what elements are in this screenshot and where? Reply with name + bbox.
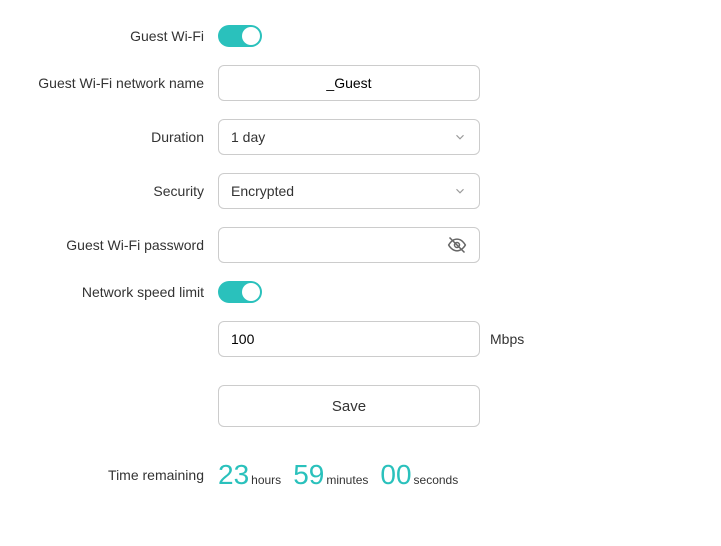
network-name-input[interactable] — [231, 66, 467, 100]
password-input[interactable] — [231, 228, 467, 262]
toggle-knob-icon — [242, 27, 260, 45]
hours-value: 23 — [218, 459, 249, 491]
password-label: Guest Wi-Fi password — [0, 237, 218, 253]
guest-wifi-label: Guest Wi-Fi — [0, 28, 218, 44]
time-remaining-label: Time remaining — [0, 467, 218, 483]
toggle-knob-icon — [242, 283, 260, 301]
speed-unit-label: Mbps — [490, 331, 524, 347]
chevron-down-icon — [453, 184, 467, 198]
chevron-down-icon — [453, 130, 467, 144]
security-label: Security — [0, 183, 218, 199]
network-name-label: Guest Wi-Fi network name — [0, 75, 218, 91]
hours-unit: hours — [251, 473, 281, 487]
duration-select[interactable]: 1 day — [218, 119, 480, 155]
duration-value: 1 day — [231, 129, 265, 145]
countdown-display: 23 hours 59 minutes 00 seconds — [218, 459, 468, 491]
save-button[interactable]: Save — [218, 385, 480, 427]
speed-limit-input[interactable] — [231, 322, 467, 356]
security-value: Encrypted — [231, 183, 294, 199]
duration-label: Duration — [0, 129, 218, 145]
speed-limit-toggle[interactable] — [218, 281, 262, 303]
guest-wifi-toggle[interactable] — [218, 25, 262, 47]
eye-hidden-icon[interactable] — [447, 235, 467, 255]
seconds-unit: seconds — [414, 473, 459, 487]
speed-limit-label: Network speed limit — [0, 284, 218, 300]
minutes-value: 59 — [293, 459, 324, 491]
minutes-unit: minutes — [326, 473, 368, 487]
security-select[interactable]: Encrypted — [218, 173, 480, 209]
seconds-value: 00 — [380, 459, 411, 491]
